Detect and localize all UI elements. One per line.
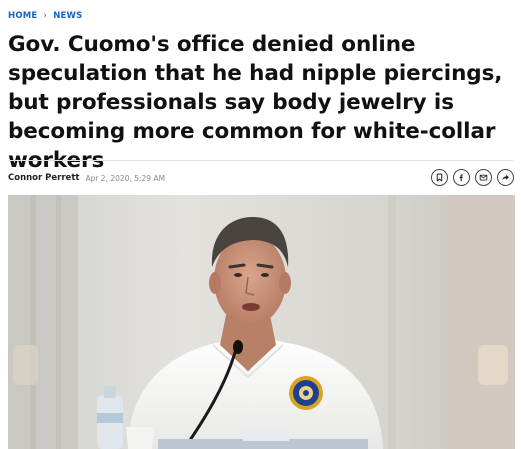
headline-divider <box>8 160 513 161</box>
author-name[interactable]: Connor Perrett <box>8 173 79 183</box>
breadcrumb: HOME › NEWS <box>8 10 82 22</box>
share-buttons <box>431 169 514 186</box>
article-hero-image <box>8 195 515 449</box>
bookmark-icon <box>436 173 443 182</box>
share-icon <box>502 174 509 181</box>
bookmark-button[interactable] <box>431 169 448 186</box>
email-icon <box>479 174 488 181</box>
facebook-icon <box>459 174 463 182</box>
breadcrumb-news-link[interactable]: NEWS <box>53 11 82 21</box>
facebook-share-button[interactable] <box>453 169 470 186</box>
photo-man-speaking-at-microphone <box>8 195 515 449</box>
publish-date: Apr 2, 2020, 5:29 AM <box>85 173 166 183</box>
share-button[interactable] <box>497 169 514 186</box>
breadcrumb-separator: › <box>43 11 48 21</box>
breadcrumb-home-link[interactable]: HOME <box>8 11 37 21</box>
article-headline: Gov. Cuomo's office denied online specul… <box>8 32 503 173</box>
email-share-button[interactable] <box>475 169 492 186</box>
byline: Connor Perrett Apr 2, 2020, 5:29 AM <box>8 171 165 185</box>
